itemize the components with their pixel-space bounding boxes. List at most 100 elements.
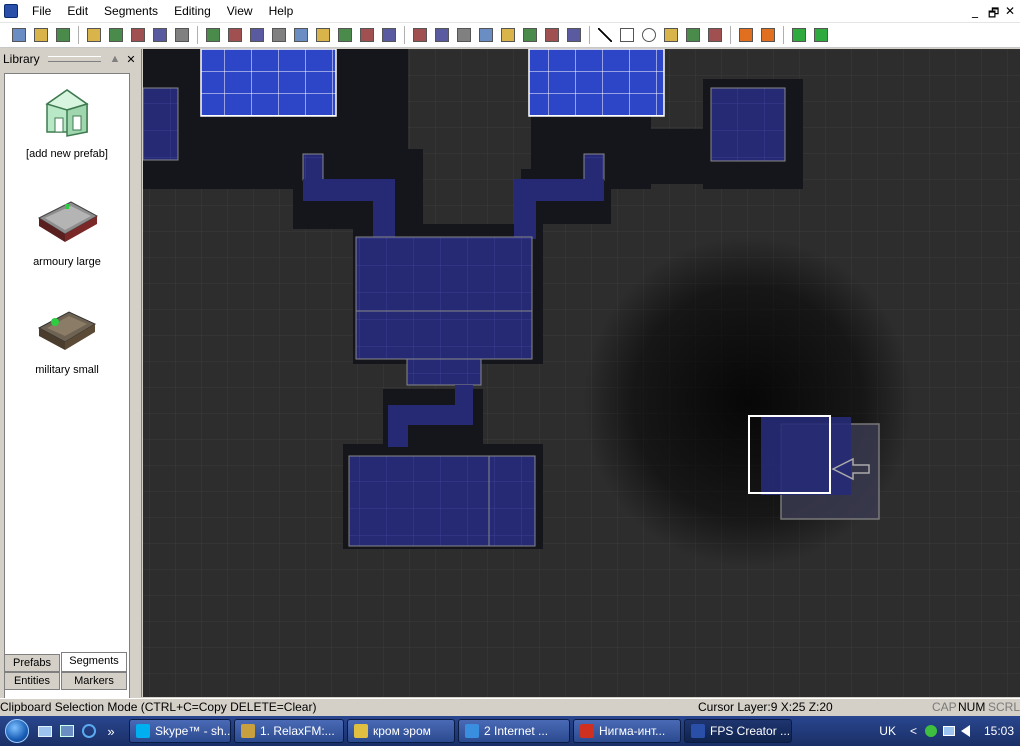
taskbar-item[interactable]: Skype™ - sh...: [129, 719, 231, 743]
close-button[interactable]: ✕: [1005, 4, 1015, 18]
prefab-add-new[interactable]: [add new prefab]: [5, 86, 129, 160]
prefab-armoury-large[interactable]: armoury large: [5, 194, 129, 268]
num-indicator: NUM: [958, 700, 986, 714]
clock[interactable]: 15:03: [984, 724, 1014, 738]
menu-segments[interactable]: Segments: [96, 1, 166, 21]
taskbar-item[interactable]: 1. RelaxFM:...: [234, 719, 344, 743]
tab-markers[interactable]: Markers: [61, 672, 127, 690]
tab-entities[interactable]: Entities: [4, 672, 60, 690]
cut-button[interactable]: [85, 26, 103, 44]
explorer-icon[interactable]: [56, 720, 78, 742]
new-file-button[interactable]: [10, 26, 28, 44]
tab-segments[interactable]: Segments: [61, 652, 127, 672]
entity-a-button[interactable]: [662, 26, 680, 44]
undo-button[interactable]: [151, 26, 169, 44]
taskbar-item-label: Нигма-инт...: [599, 724, 666, 738]
level-map[interactable]: [143, 49, 1020, 697]
app-icon[interactable]: [4, 4, 18, 18]
military-room-icon: [35, 302, 99, 358]
brush-button[interactable]: [521, 26, 539, 44]
library-title: Library: [3, 52, 40, 66]
map-viewport[interactable]: [143, 49, 1020, 697]
taskbar-app-icon: [354, 724, 368, 738]
zoom-remove-icon: [228, 28, 242, 42]
menu-file[interactable]: File: [24, 1, 59, 21]
entity-b-button[interactable]: [684, 26, 702, 44]
taskbar-app-icon: [691, 724, 705, 738]
copy-icon: [109, 28, 123, 42]
tray-expand-icon[interactable]: <: [910, 724, 917, 738]
entity-c-icon: [708, 28, 722, 42]
circle-button[interactable]: [640, 26, 658, 44]
line-button[interactable]: [596, 26, 614, 44]
panel-close-icon[interactable]: ✕: [125, 53, 137, 66]
volume-icon[interactable]: [960, 725, 970, 737]
stamp-button[interactable]: [411, 26, 429, 44]
prefab-military-small[interactable]: military small: [5, 302, 129, 376]
test-level-icon: [792, 28, 806, 42]
new-file-icon: [12, 28, 26, 42]
menu-editing[interactable]: Editing: [166, 1, 219, 21]
paint-top-button[interactable]: [455, 26, 473, 44]
network-icon[interactable]: [942, 726, 955, 736]
menu-help[interactable]: Help: [261, 1, 302, 21]
zoom-out-button[interactable]: [336, 26, 354, 44]
show-desktop-icon[interactable]: [34, 720, 56, 742]
zoom-remove-button[interactable]: [226, 26, 244, 44]
taskbar-item[interactable]: 2 Internet ...: [458, 719, 570, 743]
flags-button[interactable]: [759, 26, 777, 44]
save-file-icon: [56, 28, 70, 42]
armoury-room-icon: [35, 194, 99, 250]
paint-top-icon: [457, 28, 471, 42]
pen-icon: [501, 28, 515, 42]
picture-button[interactable]: [358, 26, 376, 44]
taskbar-item[interactable]: Нигма-инт...: [573, 719, 681, 743]
paint-side-button[interactable]: [477, 26, 495, 44]
build-game-button[interactable]: [812, 26, 830, 44]
picture-icon: [360, 28, 374, 42]
copy-button[interactable]: [107, 26, 125, 44]
view-x-button[interactable]: [270, 26, 288, 44]
flag-button[interactable]: [737, 26, 755, 44]
quick-launch-more-icon[interactable]: »: [100, 720, 122, 742]
minimize-button[interactable]: _: [972, 4, 978, 18]
internet-explorer-icon[interactable]: [78, 720, 100, 742]
layers-button[interactable]: [292, 26, 310, 44]
entity-c-button[interactable]: [706, 26, 724, 44]
paste-button[interactable]: [129, 26, 147, 44]
tab-prefabs[interactable]: Prefabs: [4, 654, 60, 672]
zoom-in-button[interactable]: [314, 26, 332, 44]
scrl-indicator: SCRL: [988, 700, 1020, 714]
redo-icon: [175, 28, 189, 42]
zoom-add-button[interactable]: [204, 26, 222, 44]
taskbar-item[interactable]: FPS Creator ...: [684, 719, 792, 743]
brush-icon: [523, 28, 537, 42]
prefab-list: [add new prefab] armoury large military …: [4, 73, 130, 701]
panel-grip[interactable]: [47, 56, 101, 62]
system-tray: UK < 15:03: [879, 716, 1020, 746]
magnify-button[interactable]: [380, 26, 398, 44]
open-file-button[interactable]: [32, 26, 50, 44]
menu-edit[interactable]: Edit: [59, 1, 96, 21]
pick-button[interactable]: [543, 26, 561, 44]
prefab-label: [add new prefab]: [26, 148, 108, 160]
view-top-button[interactable]: [248, 26, 266, 44]
eraser-button[interactable]: [433, 26, 451, 44]
select-button[interactable]: [565, 26, 583, 44]
rectangle-button[interactable]: [618, 26, 636, 44]
pick-icon: [545, 28, 559, 42]
menu-view[interactable]: View: [219, 1, 261, 21]
taskbar-item[interactable]: кром эром: [347, 719, 455, 743]
start-button[interactable]: [0, 716, 34, 746]
view-top-icon: [250, 28, 264, 42]
toolbar: [0, 22, 1020, 48]
save-file-button[interactable]: [54, 26, 72, 44]
language-indicator[interactable]: UK: [879, 724, 896, 738]
redo-button[interactable]: [173, 26, 191, 44]
taskbar: » Skype™ - sh... 1. RelaxFM:... кром эром 2…: [0, 716, 1020, 746]
open-file-icon: [34, 28, 48, 42]
pen-button[interactable]: [499, 26, 517, 44]
test-level-button[interactable]: [790, 26, 808, 44]
panel-pin-icon[interactable]: ▲: [109, 53, 121, 65]
security-icon[interactable]: [924, 725, 937, 737]
